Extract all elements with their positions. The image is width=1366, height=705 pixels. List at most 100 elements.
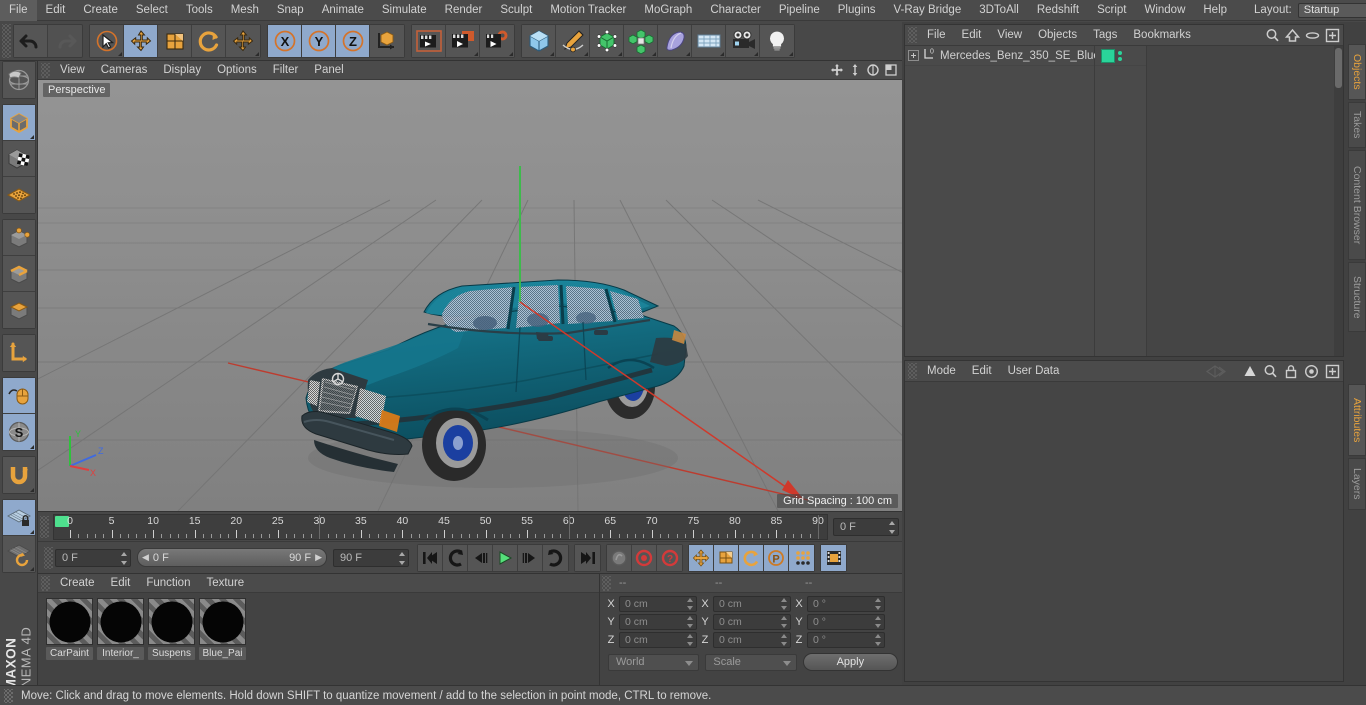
- live-selection-tool[interactable]: [90, 24, 124, 57]
- world-object-coordinates-button[interactable]: [370, 24, 404, 57]
- toolbar-grip[interactable]: [2, 23, 11, 58]
- add-cube-button[interactable]: [522, 24, 556, 57]
- object-home-icon[interactable]: [1284, 28, 1301, 46]
- dock-tab-layers[interactable]: Layers: [1348, 458, 1366, 510]
- add-floor-button[interactable]: [692, 24, 726, 57]
- object-manager-grip[interactable]: [908, 27, 917, 43]
- object-menu-item-bookmarks[interactable]: Bookmarks: [1125, 25, 1199, 46]
- go-to-next-key-button[interactable]: [543, 544, 568, 571]
- viewport-menu-item-options[interactable]: Options: [209, 61, 265, 80]
- coordinate-spinner[interactable]: [780, 616, 787, 628]
- coordinate-spinner[interactable]: [874, 634, 881, 646]
- material-preview[interactable]: [97, 598, 144, 645]
- render-settings-button[interactable]: [480, 24, 514, 57]
- menu-item-3dtoall[interactable]: 3DToAll: [970, 0, 1028, 21]
- timeline-ruler[interactable]: 051015202530354045505560657075808590: [53, 513, 828, 540]
- coordinate-size-input[interactable]: 0 cm: [713, 614, 791, 630]
- coordinate-rotation-input[interactable]: 0 °: [807, 614, 885, 630]
- rotate-tool[interactable]: [192, 24, 226, 57]
- object-search-icon[interactable]: [1265, 28, 1280, 46]
- menu-item-snap[interactable]: Snap: [268, 0, 313, 21]
- attributes-pin-up-icon[interactable]: [1243, 364, 1257, 382]
- menu-item-edit[interactable]: Edit: [37, 0, 75, 21]
- object-tag-row[interactable]: [1095, 46, 1146, 66]
- coordinate-position-input[interactable]: 0 cm: [619, 614, 697, 630]
- menu-item-mesh[interactable]: Mesh: [222, 0, 268, 21]
- coordinate-size-input[interactable]: 0 cm: [713, 596, 791, 612]
- material-menu-item-texture[interactable]: Texture: [198, 574, 252, 593]
- texture-mode-button[interactable]: [2, 141, 35, 177]
- render-view-button[interactable]: [412, 24, 446, 57]
- polygons-mode-button[interactable]: [2, 292, 35, 328]
- attributes-body[interactable]: [905, 382, 1343, 681]
- menu-item-character[interactable]: Character: [701, 0, 770, 21]
- viewport-menu-item-view[interactable]: View: [52, 61, 93, 80]
- autokeying-button[interactable]: [632, 544, 657, 571]
- enable-snapping-button[interactable]: [2, 378, 35, 414]
- points-mode-button[interactable]: [2, 220, 35, 256]
- coordinate-spinner[interactable]: [874, 616, 881, 628]
- preview-range-slider[interactable]: ◀ 0 F 90 F ▶: [137, 548, 327, 567]
- viewport-pan-icon[interactable]: [830, 63, 844, 77]
- dock-tab-takes[interactable]: Takes: [1348, 102, 1366, 148]
- coordinate-spinner[interactable]: [780, 598, 787, 610]
- attributes-expand-icon[interactable]: [1325, 364, 1340, 382]
- viewport-menu-item-panel[interactable]: Panel: [306, 61, 351, 80]
- playbar-grip[interactable]: [44, 546, 53, 569]
- viewport-3d-canvas[interactable]: Perspective Grid Spacing : 100 cm Y Z X: [38, 80, 902, 511]
- coordinate-position-input[interactable]: 0 cm: [619, 632, 697, 648]
- go-to-start-button[interactable]: [418, 544, 443, 571]
- status-bar-grip[interactable]: [4, 688, 13, 703]
- layout-dropdown[interactable]: Startup: [1297, 2, 1366, 18]
- menu-item-tools[interactable]: Tools: [177, 0, 222, 21]
- redo-button[interactable]: [48, 24, 82, 57]
- material-item[interactable]: Interior_: [97, 598, 144, 660]
- object-manager-body[interactable]: 0 Mercedes_Benz_350_SE_Blue: [905, 46, 1343, 356]
- material-item[interactable]: CarPaint: [46, 598, 93, 660]
- object-menu-item-view[interactable]: View: [989, 25, 1030, 46]
- attributes-menu-item-edit[interactable]: Edit: [964, 361, 1000, 382]
- attributes-menu-item-user-data[interactable]: User Data: [1000, 361, 1068, 382]
- timeline-button[interactable]: [821, 544, 846, 571]
- viewport-maximize-icon[interactable]: [884, 63, 898, 77]
- current-frame-spinner[interactable]: [120, 551, 127, 565]
- menu-item-help[interactable]: Help: [1194, 0, 1236, 21]
- timeline-frame-spinner[interactable]: [888, 520, 895, 534]
- point-level-animation-button[interactable]: [789, 544, 814, 571]
- attributes-grip[interactable]: [908, 363, 917, 379]
- menu-item-plugins[interactable]: Plugins: [829, 0, 885, 21]
- size-mode-dropdown[interactable]: Scale: [705, 653, 797, 671]
- parameter-key-button[interactable]: P: [764, 544, 789, 571]
- material-item[interactable]: Suspens: [148, 598, 195, 660]
- attributes-search-icon[interactable]: [1263, 364, 1278, 382]
- menu-item-window[interactable]: Window: [1135, 0, 1194, 21]
- lock-x-axis-button[interactable]: X: [268, 24, 302, 57]
- dock-tab-content-browser[interactable]: Content Browser: [1348, 150, 1366, 260]
- material-preview[interactable]: [46, 598, 93, 645]
- uv-polygon-mode-button[interactable]: [2, 177, 35, 213]
- undo-button[interactable]: [14, 24, 48, 57]
- range-right-arrow-icon[interactable]: ▶: [315, 552, 322, 563]
- material-preview[interactable]: [148, 598, 195, 645]
- object-manager-row[interactable]: 0 Mercedes_Benz_350_SE_Blue: [905, 46, 1100, 66]
- edges-mode-button[interactable]: [2, 256, 35, 292]
- render-to-picture-viewer-button[interactable]: [446, 24, 480, 57]
- position-key-button[interactable]: [689, 544, 714, 571]
- coordinate-spinner[interactable]: [686, 634, 693, 646]
- scale-tool[interactable]: [158, 24, 192, 57]
- dock-tab-structure[interactable]: Structure: [1348, 262, 1366, 332]
- menu-item-pipeline[interactable]: Pipeline: [770, 0, 829, 21]
- dock-tab-objects[interactable]: Objects: [1348, 44, 1366, 100]
- viewport-menu-item-cameras[interactable]: Cameras: [93, 61, 156, 80]
- object-menu-item-file[interactable]: File: [919, 25, 954, 46]
- preview-end-spinner[interactable]: [398, 551, 405, 565]
- apply-button[interactable]: Apply: [802, 653, 898, 671]
- menu-item-render[interactable]: Render: [436, 0, 492, 21]
- add-light-button[interactable]: [760, 24, 794, 57]
- soft-selection-button[interactable]: S: [2, 414, 35, 450]
- step-forward-button[interactable]: [518, 544, 543, 571]
- object-tree[interactable]: 0 Mercedes_Benz_350_SE_Blue: [905, 46, 1100, 356]
- object-axis-mode-button[interactable]: [2, 335, 35, 371]
- menu-item-select[interactable]: Select: [127, 0, 177, 21]
- move-tool[interactable]: [124, 24, 158, 57]
